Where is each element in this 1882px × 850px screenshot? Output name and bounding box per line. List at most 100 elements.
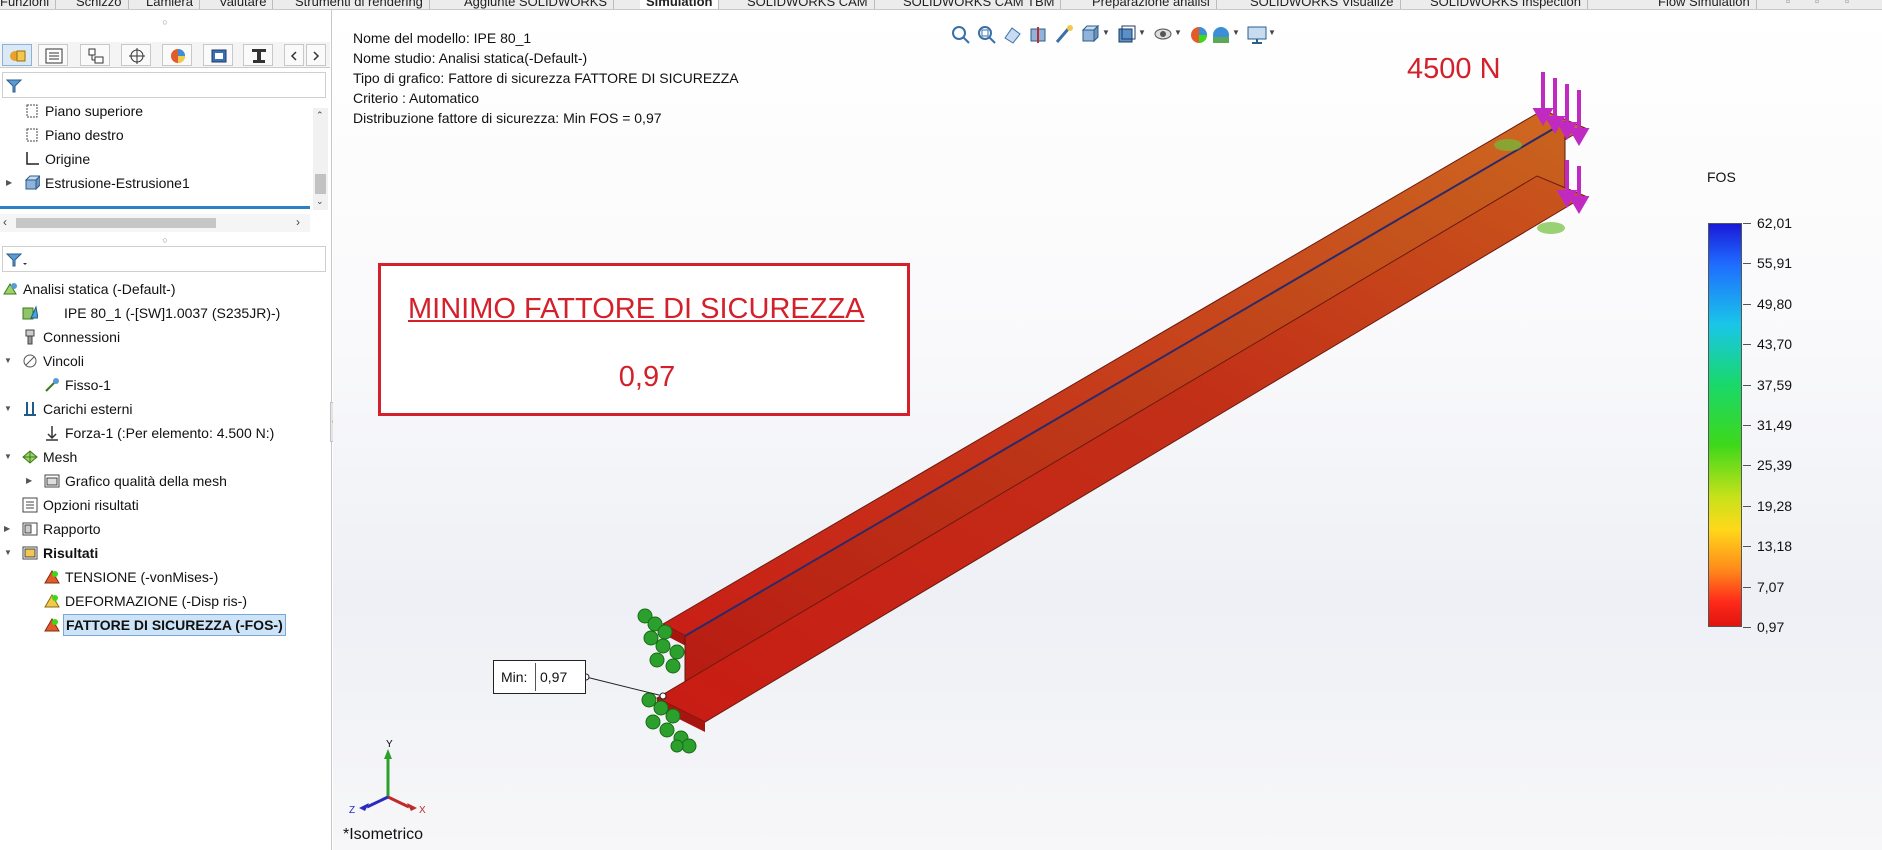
feature-tree-hscrollbar[interactable]: ‹ ›	[0, 214, 310, 232]
legend-tick	[1743, 425, 1751, 426]
collapse-arrow-icon[interactable]: ▼	[4, 350, 12, 372]
legend-label: 25,39	[1757, 457, 1793, 474]
scroll-down-icon[interactable]: ⌄	[316, 196, 324, 207]
collapse-arrow-icon[interactable]: ▼	[4, 398, 12, 420]
triad-y-label: Y	[386, 739, 393, 750]
scroll-left-icon[interactable]: ‹	[3, 215, 7, 229]
cam-manager-tab-icon[interactable]	[203, 44, 233, 66]
plot-folder-icon	[44, 474, 60, 488]
tab-lamiera[interactable]: Lamiera	[140, 0, 200, 9]
filter-icon	[6, 253, 27, 267]
mesh-icon	[22, 450, 38, 464]
legend-label: 62,01	[1757, 215, 1793, 231]
min-fos-annotation: MINIMO FATTORE DI SICUREZZA 0,97	[378, 263, 910, 416]
scroll-up-icon[interactable]: ⌃	[316, 110, 324, 121]
legend-label: 7,07	[1757, 578, 1785, 595]
tree-divider	[0, 206, 310, 209]
legend-tick	[1743, 263, 1751, 265]
scroll-thumb[interactable]	[16, 218, 216, 228]
inspection-tab-icon[interactable]	[243, 44, 273, 66]
tab-solidworks-inspection[interactable]: SOLIDWORKS Inspection	[1424, 0, 1588, 9]
min-probe-label[interactable]: Min: 0,97	[493, 660, 586, 694]
probe-key: Min:	[501, 669, 528, 685]
external-loads-icon	[24, 402, 36, 416]
legend-tick	[1743, 303, 1751, 305]
scroll-right-icon[interactable]: ›	[296, 215, 300, 229]
fos-plot-icon	[44, 618, 60, 632]
expand-arrow-icon[interactable]: ▶	[26, 470, 32, 492]
command-manager-tabs: Funzioni Schizzo Lamiera Valutare Strume…	[0, 0, 1882, 10]
tabs-scroll-left-icon[interactable]	[284, 44, 304, 66]
legend-label: 13,18	[1757, 538, 1793, 555]
probe-value: 0,97	[540, 669, 568, 685]
feature-filter-field[interactable]	[2, 72, 326, 98]
study-filter-field[interactable]	[2, 246, 326, 272]
collapse-arrow-icon[interactable]: ▼	[4, 542, 12, 564]
static-study-icon	[3, 283, 17, 295]
panel-grip[interactable]: ○	[0, 234, 330, 246]
fos-beam-model	[582, 72, 1590, 754]
legend-tick	[1743, 465, 1751, 467]
legend-tick	[1743, 586, 1751, 588]
display-manager-tab-icon[interactable]	[162, 44, 192, 66]
stress-plot-icon	[44, 570, 60, 584]
annotation-value: 0,97	[618, 361, 676, 393]
legend-tick	[1743, 223, 1751, 224]
manager-tabs	[0, 42, 330, 68]
tab-aggiunte-solidworks[interactable]: Aggiunte SOLIDWORKS	[458, 0, 615, 9]
configurationmanager-tab-icon[interactable]	[80, 44, 110, 66]
window-restore-icon[interactable]: ▫	[1786, 0, 1790, 8]
legend-label: 43,70	[1757, 336, 1793, 353]
plane-icon	[26, 104, 38, 118]
legend-tick	[1743, 384, 1751, 386]
tab-simulation[interactable]: Simulation	[640, 0, 720, 9]
triad-z-label: Z	[349, 805, 355, 815]
origin-icon	[26, 152, 39, 165]
tab-funzioni[interactable]: Funzioni	[0, 0, 57, 9]
legend-title: FOS	[1707, 169, 1736, 185]
expand-arrow-icon[interactable]: ▶	[4, 518, 10, 540]
feature-manager-panel: ○ Piano superiore Piano destro Origine ▶…	[0, 10, 338, 850]
fixtures-icon	[23, 354, 37, 368]
view-triad: Y X Z	[349, 739, 426, 815]
result-options-icon	[22, 497, 38, 513]
fos-color-bar	[1708, 223, 1742, 627]
tab-preparazione-analisi[interactable]: Preparazione analisi	[1086, 0, 1217, 9]
legend-label: 31,49	[1757, 417, 1793, 433]
triad-x-label: X	[419, 805, 426, 815]
legend-tick	[1743, 344, 1751, 346]
panel-grip[interactable]: ○	[0, 16, 330, 28]
legend-tick	[1743, 505, 1751, 507]
tab-flow-simulation[interactable]: Flow Simulation	[1652, 0, 1757, 9]
legend-tick	[1743, 546, 1751, 548]
legend-label: 19,28	[1757, 497, 1793, 514]
part-material-icon	[22, 305, 38, 320]
legend-label: 49,80	[1757, 295, 1793, 312]
collapse-arrow-icon[interactable]: ▼	[4, 446, 12, 468]
tab-strumenti-rendering[interactable]: Strumenti di rendering	[289, 0, 430, 9]
filter-icon	[6, 79, 22, 93]
window-tile-icon[interactable]: ▫	[1815, 0, 1819, 8]
dimxpert-tab-icon[interactable]	[121, 44, 151, 66]
plane-icon	[26, 128, 38, 142]
tab-solidworks-cam-tbm[interactable]: SOLIDWORKS CAM TBM	[897, 0, 1062, 9]
fixed-geometry-icon	[45, 378, 59, 392]
view-name: *Isometrico	[343, 826, 424, 843]
window-close-icon[interactable]: ▫	[1845, 0, 1849, 8]
load-label: 4500 N	[1407, 53, 1501, 85]
displacement-plot-icon	[44, 594, 60, 608]
tab-valutare[interactable]: Valutare	[213, 0, 274, 9]
connections-icon	[25, 329, 35, 345]
propertymanager-tab-icon[interactable]	[38, 44, 68, 66]
legend-label: 0,97	[1757, 619, 1785, 635]
featuremanager-tab-icon[interactable]	[2, 44, 32, 66]
tab-solidworks-cam[interactable]: SOLIDWORKS CAM	[741, 0, 875, 9]
tab-schizzo[interactable]: Schizzo	[70, 0, 129, 9]
tab-solidworks-visualize[interactable]: SOLIDWORKS Visualize	[1244, 0, 1401, 9]
force-arrow-icon	[46, 426, 58, 441]
tabs-scroll-right-icon[interactable]	[306, 44, 326, 66]
scroll-thumb[interactable]	[315, 174, 326, 194]
graphics-area[interactable]: Nome del modello: IPE 80_1 Nome studio: …	[333, 10, 1882, 850]
feature-tree-vscrollbar[interactable]: ⌃ ⌄	[313, 108, 328, 210]
expand-arrow-icon[interactable]: ▶	[6, 172, 12, 194]
